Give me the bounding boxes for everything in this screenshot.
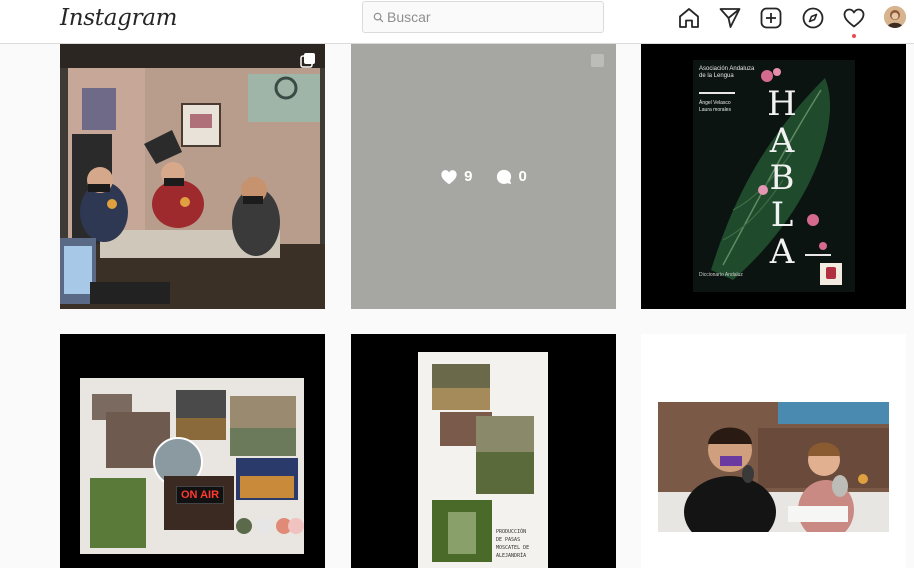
poster-caption-line: MOSCATEL DE <box>496 545 530 551</box>
color-swatch <box>236 518 252 534</box>
poster-caption-line: DE PASAS <box>496 537 521 543</box>
likes-count: 9 <box>440 168 473 185</box>
direct-button[interactable] <box>718 6 742 32</box>
instagram-logo[interactable]: Instagram <box>60 5 178 31</box>
comments-count: 0 <box>495 168 527 186</box>
profile-picture <box>884 6 906 28</box>
new-post-icon <box>760 7 782 29</box>
cover-author-2: Laura morales <box>699 107 731 113</box>
direct-icon <box>719 8 741 28</box>
post-thumbnail-hovered[interactable]: 9 0 <box>351 44 616 309</box>
cover-title-letter: L <box>770 195 794 235</box>
comments-value: 0 <box>518 168 527 185</box>
cover-title: H A B L A <box>767 86 797 271</box>
post-hover-overlay: 9 0 <box>351 44 616 309</box>
poster-caption-line: ALEJANDRÍA <box>496 553 527 559</box>
home-icon <box>679 8 699 28</box>
post-thumbnail-pasas[interactable]: PRODUCCIÓN DE PASAS MOSCATEL DE ALEJANDR… <box>351 334 616 568</box>
search-input[interactable] <box>387 8 587 26</box>
color-swatch <box>288 518 304 534</box>
interview-photo <box>658 402 889 532</box>
activity-button[interactable] <box>842 6 866 32</box>
heart-icon <box>441 169 457 184</box>
color-swatch <box>256 518 272 534</box>
new-post-button[interactable] <box>759 6 783 32</box>
top-nav-bar: Instagram <box>0 0 914 44</box>
post-image <box>60 44 325 309</box>
cover-title-letter: A <box>769 121 795 161</box>
collage-board: ON AIR <box>80 378 304 554</box>
comment-icon <box>496 169 511 184</box>
explore-button[interactable] <box>801 6 825 32</box>
notification-dot <box>852 34 856 38</box>
cover-seal <box>820 263 842 285</box>
book-cover: Asociación Andaluza de la Lengua Ángel V… <box>693 60 855 292</box>
post-thumbnail-interview[interactable] <box>641 334 906 568</box>
search-icon <box>373 12 384 23</box>
cover-footer: Diccionario Andaluz <box>699 272 743 278</box>
poster-caption-line: PRODUCCIÓN <box>496 529 527 535</box>
cover-rule <box>805 254 831 256</box>
activity-icon <box>843 8 865 28</box>
cover-title-letter: B <box>769 158 795 198</box>
carousel-icon <box>300 53 315 68</box>
post-thumbnail-radio-studio[interactable] <box>60 44 325 309</box>
search-box[interactable] <box>362 1 604 33</box>
cover-title-letter: A <box>769 232 795 272</box>
explore-icon <box>802 7 824 29</box>
cover-title-letter: H <box>767 84 797 124</box>
cover-author-1: Ángel Velasco <box>699 100 731 106</box>
likes-value: 9 <box>464 168 473 185</box>
on-air-sign: ON AIR <box>176 486 224 504</box>
cover-org-text: Asociación Andaluza de la Lengua <box>699 66 755 79</box>
poster-sheet: PRODUCCIÓN DE PASAS MOSCATEL DE ALEJANDR… <box>418 352 548 568</box>
cover-divider <box>699 92 735 94</box>
avatar[interactable] <box>884 6 906 28</box>
poster-caption: PRODUCCIÓN DE PASAS MOSCATEL DE ALEJANDR… <box>496 528 529 560</box>
post-thumbnail-habla-cover[interactable]: Asociación Andaluza de la Lengua Ángel V… <box>641 44 906 309</box>
home-button[interactable] <box>677 6 701 32</box>
post-thumbnail-collage[interactable]: ON AIR <box>60 334 325 568</box>
